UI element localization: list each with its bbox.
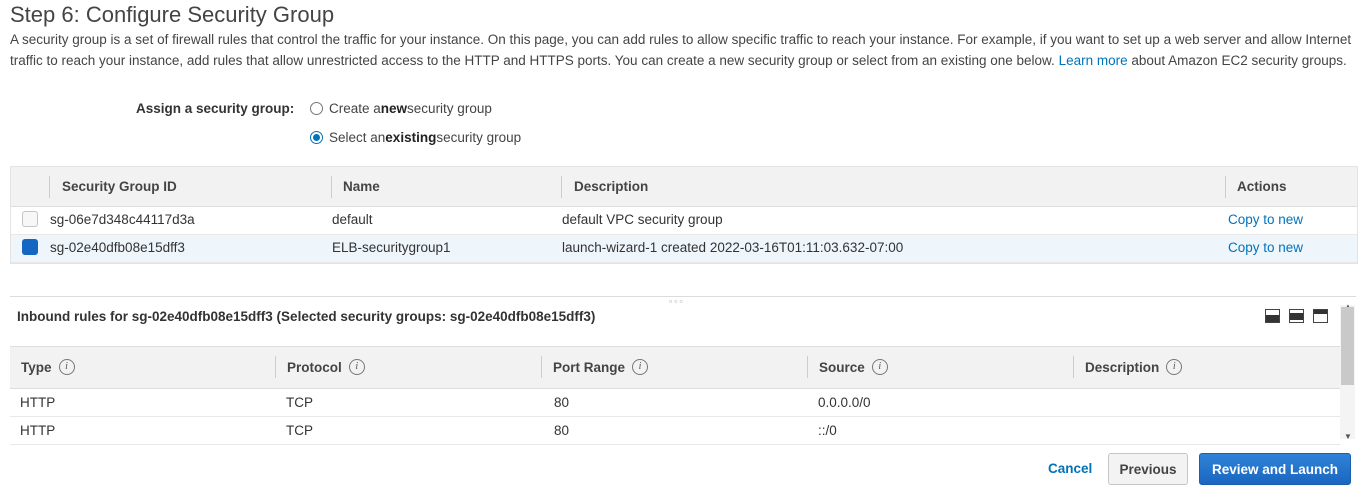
rule-port-range: 80 <box>554 423 570 438</box>
column-actions: Actions <box>1237 179 1287 194</box>
page-title: Step 6: Configure Security Group <box>10 2 335 27</box>
table-row: HTTP TCP 80 0.0.0.0/0 <box>10 389 1340 417</box>
security-group-description: launch-wizard-1 created 2022-03-16T01:11… <box>562 240 904 255</box>
column-protocol: Protocol i <box>287 359 365 375</box>
inbound-rules-table: Type i Protocol i Port Range i Source i Desc… <box>10 346 1340 445</box>
panel-bottom-icon[interactable] <box>1265 309 1280 323</box>
table-row-selected[interactable]: sg-02e40dfb08e15dff3 ELB-securitygroup1 … <box>11 235 1357 263</box>
drag-handle-icon[interactable]: ▫▫▫ <box>669 296 685 306</box>
cancel-button[interactable]: Cancel <box>1048 461 1092 476</box>
radio-create-new-security-group[interactable]: Create a new security group <box>310 101 492 116</box>
security-groups-table: Security Group ID Name Description Actio… <box>10 166 1358 264</box>
row-checkbox[interactable] <box>22 211 38 227</box>
security-group-name: default <box>332 212 373 227</box>
vertical-scrollbar[interactable]: ▲ ▼ <box>1340 302 1355 441</box>
inbound-rules-title: Inbound rules for sg-02e40dfb08e15dff3 (… <box>17 309 596 324</box>
security-group-name: ELB-securitygroup1 <box>332 240 451 255</box>
security-group-description: default VPC security group <box>562 212 723 227</box>
scroll-down-icon[interactable]: ▼ <box>1344 432 1352 441</box>
table-header: Type i Protocol i Port Range i Source i Desc… <box>10 346 1340 389</box>
info-icon[interactable]: i <box>871 359 888 375</box>
column-description[interactable]: Description <box>574 179 648 194</box>
info-icon[interactable]: i <box>348 359 365 375</box>
rule-source: 0.0.0.0/0 <box>818 395 871 410</box>
intro-suffix: about Amazon EC2 security groups. <box>1131 53 1347 68</box>
column-name[interactable]: Name <box>343 179 380 194</box>
intro-paragraph: A security group is a set of firewall ru… <box>10 29 1355 71</box>
learn-more-link[interactable]: Learn more <box>1059 53 1128 68</box>
scrollbar-thumb[interactable] <box>1341 307 1354 385</box>
security-group-id: sg-02e40dfb08e15dff3 <box>50 240 185 255</box>
row-checkbox-checked[interactable] <box>22 239 38 255</box>
rule-type: HTTP <box>20 395 56 410</box>
panel-view-toggles <box>1265 309 1328 323</box>
copy-to-new-link[interactable]: Copy to new <box>1228 212 1303 227</box>
table-header: Security Group ID Name Description Actio… <box>11 167 1357 207</box>
review-and-launch-button[interactable]: Review and Launch <box>1199 453 1351 485</box>
rule-protocol: TCP <box>286 423 313 438</box>
info-icon[interactable]: i <box>1166 359 1183 375</box>
rule-source: ::/0 <box>818 423 837 438</box>
rule-type: HTTP <box>20 423 56 438</box>
rule-protocol: TCP <box>286 395 313 410</box>
table-row: HTTP TCP 80 ::/0 <box>10 417 1340 445</box>
copy-to-new-link[interactable]: Copy to new <box>1228 240 1303 255</box>
panel-middle-icon[interactable] <box>1289 309 1304 323</box>
column-type: Type i <box>21 359 75 375</box>
column-security-group-id[interactable]: Security Group ID <box>62 179 177 194</box>
radio-select-existing-security-group[interactable]: Select an existing security group <box>310 130 521 145</box>
radio-button[interactable] <box>310 102 323 115</box>
radio-button-checked[interactable] <box>310 131 323 144</box>
table-row[interactable]: sg-06e7d348c44117d3a default default VPC… <box>11 207 1357 235</box>
assign-security-group-label: Assign a security group: <box>136 101 295 116</box>
previous-button[interactable]: Previous <box>1108 453 1188 485</box>
panel-top-icon[interactable] <box>1313 309 1328 323</box>
info-icon[interactable]: i <box>58 359 75 375</box>
column-port-range: Port Range i <box>553 359 649 375</box>
rule-port-range: 80 <box>554 395 570 410</box>
column-source: Source i <box>819 359 888 375</box>
info-icon[interactable]: i <box>632 359 649 375</box>
column-description: Description i <box>1085 359 1183 375</box>
security-group-id: sg-06e7d348c44117d3a <box>50 212 195 227</box>
